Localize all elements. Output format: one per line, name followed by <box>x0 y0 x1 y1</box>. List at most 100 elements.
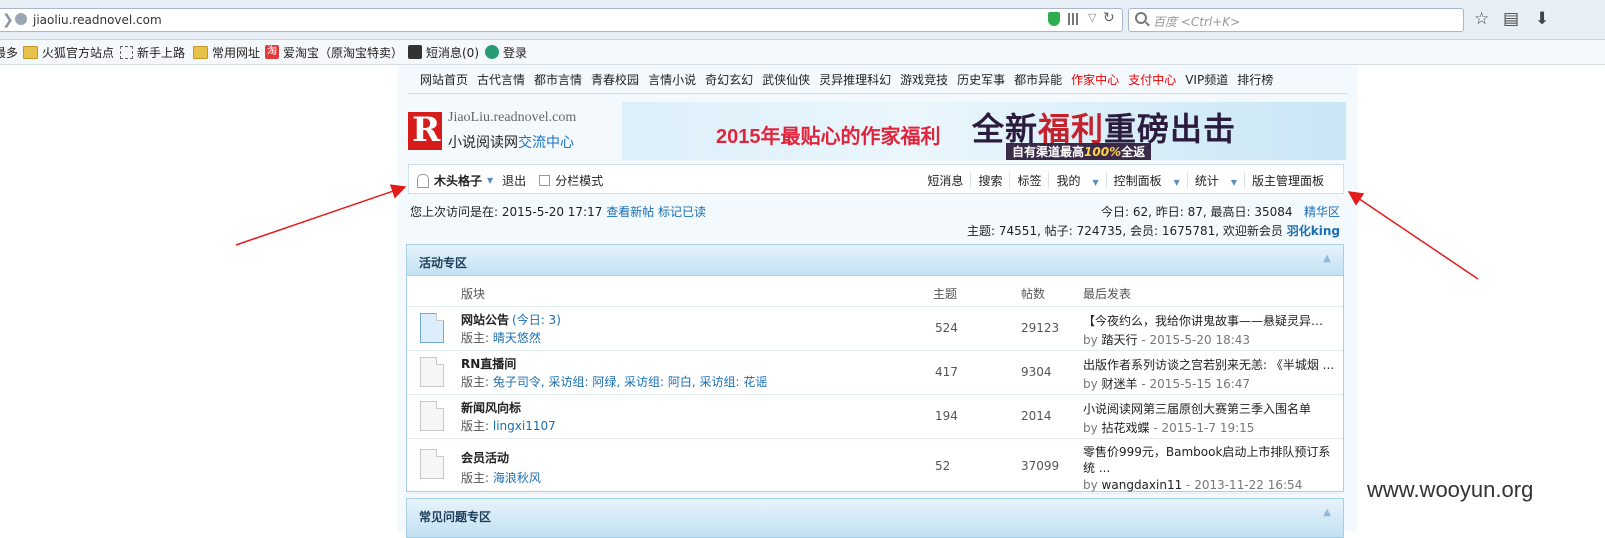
nav-item[interactable]: 古代言情 <box>477 71 525 88</box>
nav-item[interactable]: 游戏竞技 <box>900 71 948 88</box>
nav-item[interactable]: 支付中心 <box>1128 71 1176 88</box>
user-menu: 短消息 搜索 标签 我的 ▼ 控制面板 ▼ 统计 ▼ 版主管理面板 <box>920 172 1331 189</box>
last-post-author[interactable]: wangdaxin11 <box>1102 478 1183 492</box>
bookmark-firefox-official[interactable]: 火狐官方站点 <box>23 44 114 60</box>
download-icon[interactable]: ⬇ <box>1535 9 1549 29</box>
bookmark-star-icon[interactable]: ☆ <box>1474 9 1489 29</box>
daily-stats: 今日: 62, 昨日: 87, 最高日: 35084 精华区 <box>1101 203 1340 220</box>
chevron-down-icon[interactable]: ▼ <box>1092 178 1098 187</box>
collapse-icon[interactable]: ▲ <box>1323 507 1331 518</box>
table-header: 版块 主题 帖数 最后发表 <box>407 276 1343 307</box>
forum-stats: 主题: 74551, 帖子: 724735, 会员: 1675781, 欢迎新会… <box>967 222 1340 239</box>
url-text[interactable]: jiaoliu.readnovel.com <box>33 13 162 27</box>
search-placeholder: 百度 <Ctrl+K> <box>1153 15 1241 29</box>
globe-icon <box>15 13 27 25</box>
forum-link[interactable]: RN直播间 <box>461 357 516 371</box>
forum-link[interactable]: 会员活动 <box>461 451 509 465</box>
nav-item[interactable]: 历史军事 <box>957 71 1005 88</box>
nav-item[interactable]: 青春校园 <box>591 71 639 88</box>
logout-link[interactable]: 退出 <box>502 172 526 189</box>
last-post-title[interactable]: 出版作者系列访谈之宫若别来无恙: 《半城烟 ... <box>1083 356 1335 373</box>
user-menu-item[interactable]: 我的 ▼ <box>1049 172 1107 189</box>
logo-url: JiaoLiu.readnovel.com <box>448 110 577 125</box>
section-title[interactable]: 活动专区 <box>419 254 467 271</box>
address-bar[interactable]: ❯ jiaoliu.readnovel.com ▽ ↻ <box>0 8 1123 32</box>
shield-icon[interactable] <box>1048 12 1060 26</box>
view-new-posts-link[interactable]: 查看新帖 <box>606 205 654 219</box>
chevron-down-icon[interactable]: ▼ <box>1231 178 1237 187</box>
banner-left-text: 2015年最贴心的作家福利 <box>716 126 941 148</box>
nav-item[interactable]: 奇幻玄幻 <box>705 71 753 88</box>
mark-read-link[interactable]: 标记已读 <box>658 205 706 219</box>
bookmark-label: 火狐官方站点 <box>42 45 115 60</box>
nav-item[interactable]: 言情小说 <box>648 71 696 88</box>
bookmark-label: 常用网址 <box>212 45 261 60</box>
nav-item[interactable]: 都市言情 <box>534 71 582 88</box>
banner-sub-b: 100% <box>1084 145 1122 159</box>
topic-count: 524 <box>935 321 958 335</box>
bookmark-getting-started[interactable]: 新手上路 <box>120 44 185 60</box>
user-menu-item[interactable]: 版主管理面板 <box>1245 172 1331 189</box>
last-post-author[interactable]: 拈花戏蝶 <box>1102 421 1150 435</box>
nav-item[interactable]: 排行榜 <box>1237 71 1273 88</box>
chevron-down-icon[interactable]: ▼ <box>487 176 493 185</box>
browser-toolbar: ❯ jiaoliu.readnovel.com ▽ ↻ 百度 <Ctrl+K> … <box>0 0 1605 40</box>
reading-list-icon[interactable]: ▤ <box>1503 9 1519 29</box>
nav-item[interactable]: 武侠仙侠 <box>762 71 810 88</box>
username-menu[interactable]: 木头格子 <box>434 172 482 189</box>
user-menu-item[interactable]: 短消息 <box>920 172 972 189</box>
nav-item[interactable]: VIP频道 <box>1185 71 1228 88</box>
forum-name: 会员活动 <box>461 449 509 466</box>
folder-icon <box>193 45 208 59</box>
last-post-title[interactable]: 小说阅读网第三届原创大赛第三季入围名单 <box>1083 400 1335 417</box>
split-mode-checkbox[interactable] <box>539 175 551 186</box>
back-chevron-icon[interactable]: ❯ <box>2 12 14 28</box>
section-title[interactable]: 常见问题专区 <box>419 508 491 525</box>
split-mode-label[interactable]: 分栏模式 <box>555 172 603 189</box>
last-post-title[interactable]: 【今夜约么，我给你讲鬼故事——悬疑灵异征 ... <box>1083 312 1335 329</box>
search-input[interactable]: 百度 <Ctrl+K> <box>1128 8 1464 32</box>
logo-mark: R <box>408 110 442 150</box>
moderator-label: 版主: <box>461 331 490 345</box>
moderator-links[interactable]: 兔子司令, 采访组: 阿绿, 采访组: 阿白, 采访组: 花谣 <box>493 375 767 389</box>
col-last-post: 最后发表 <box>1083 287 1132 301</box>
new-member-link[interactable]: 羽化king <box>1287 224 1340 238</box>
collapse-icon[interactable]: ▲ <box>1323 253 1331 264</box>
nav-item[interactable]: 作家中心 <box>1071 71 1119 88</box>
banner-headline-b: 福利 <box>1038 111 1105 147</box>
digest-link[interactable]: 精华区 <box>1304 205 1340 219</box>
last-post-author[interactable]: 财迷羊 <box>1102 377 1138 391</box>
reload-icon[interactable]: ↻ <box>1103 10 1115 26</box>
history-dropdown-icon[interactable]: ▽ <box>1088 11 1096 24</box>
forum-link[interactable]: 新闻风向标 <box>461 401 521 415</box>
bookmark-login[interactable]: 登录 <box>485 44 527 60</box>
forum-stats-text: 主题: 74551, 帖子: 724735, 会员: 1675781, 欢迎新会… <box>967 224 1283 238</box>
chevron-down-icon[interactable]: ▼ <box>1174 178 1180 187</box>
login-icon <box>485 45 499 59</box>
bookmark-aitaobao[interactable]: 淘 爱淘宝（原淘宝特卖） <box>265 44 403 60</box>
bookmark-most-visited[interactable]: 最多 <box>0 44 18 60</box>
arrow-left <box>235 184 407 246</box>
promo-banner[interactable]: 2015年最贴心的作家福利 全新福利重磅出击 自有渠道最高100%全返 <box>622 102 1346 160</box>
user-menu-item[interactable]: 控制面板 ▼ <box>1107 172 1188 189</box>
bookmark-messages[interactable]: 短消息(0) <box>408 44 479 60</box>
table-row: 网站公告 (今日: 3) 版主: 晴天悠然 524 29123 【今夜约么，我给你讲鬼故事… <box>407 307 1343 351</box>
last-post-author[interactable]: 踏天行 <box>1102 333 1138 347</box>
nav-item[interactable]: 灵异推理科幻 <box>819 71 891 88</box>
moderator-links[interactable]: 晴天悠然 <box>493 331 541 345</box>
moderator-links[interactable]: lingxi1107 <box>493 419 556 433</box>
user-menu-item[interactable]: 搜索 <box>971 172 1011 189</box>
user-menu-item[interactable]: 标签 <box>1010 172 1050 189</box>
last-post-title[interactable]: 零售价999元，Bambook启动上市排队预订系统 ... <box>1083 444 1335 476</box>
nav-item[interactable]: 都市异能 <box>1014 71 1062 88</box>
logo-letter: R <box>412 110 441 150</box>
site-logo[interactable]: R JiaoLiu.readnovel.com 小说阅读网交流中心 <box>408 102 620 160</box>
forum-icon <box>420 401 444 431</box>
moderator-links[interactable]: 海浪秋风 <box>493 471 541 485</box>
user-menu-item[interactable]: 统计 ▼ <box>1188 172 1245 189</box>
forum-link[interactable]: 网站公告 <box>461 313 509 327</box>
bookmark-common-sites[interactable]: 常用网址 <box>193 44 260 60</box>
qr-code-icon[interactable] <box>1068 13 1080 25</box>
topic-count: 417 <box>935 365 958 379</box>
nav-item[interactable]: 网站首页 <box>420 71 468 88</box>
